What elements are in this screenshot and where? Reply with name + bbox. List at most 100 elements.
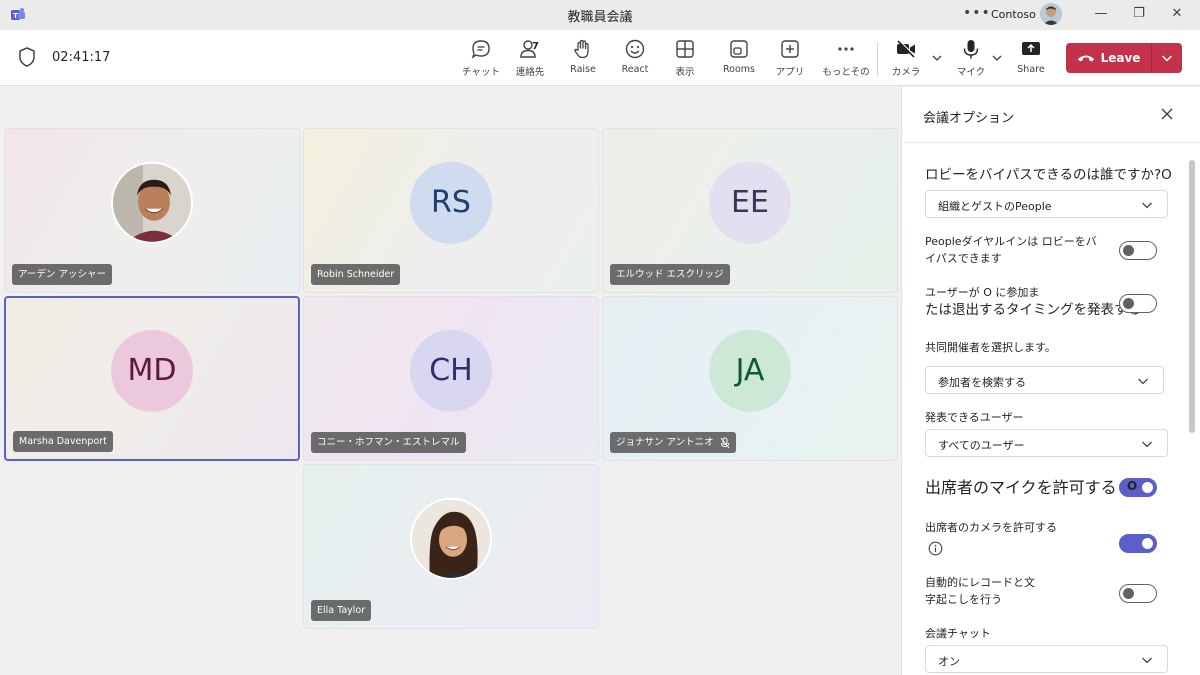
dialin-bypass-toggle[interactable] bbox=[1119, 241, 1157, 260]
info-icon[interactable] bbox=[928, 541, 943, 556]
close-window-icon[interactable]: ✕ bbox=[1170, 5, 1184, 23]
participant-avatar: RS bbox=[410, 161, 492, 244]
view-button[interactable]: 表示 bbox=[668, 38, 702, 82]
camera-options-chevron-icon[interactable] bbox=[931, 52, 943, 64]
view-label: 表示 bbox=[675, 67, 695, 78]
dialin-bypass-label: Peopleダイヤルインは ロビーをバ イパスできます bbox=[925, 235, 1097, 265]
chat-button[interactable]: チャット bbox=[462, 38, 500, 82]
minimize-icon[interactable]: — bbox=[1094, 5, 1108, 23]
restore-icon[interactable]: ❐ bbox=[1132, 5, 1146, 23]
meeting-timer: 02:41:17 bbox=[52, 50, 111, 65]
video-stage: アーデン アッシャー RS Robin Schneider EE エルウッド エ… bbox=[0, 87, 901, 675]
add-app-icon bbox=[781, 40, 799, 58]
allow-mic-toggle[interactable]: O bbox=[1119, 478, 1157, 497]
chat-label: チャット bbox=[462, 67, 500, 78]
participant-name-tag: コニー・ホフマン・エストレマル bbox=[311, 432, 466, 453]
auto-record-toggle[interactable] bbox=[1119, 584, 1157, 603]
announce-toggle[interactable] bbox=[1119, 294, 1157, 313]
participant-photo bbox=[410, 497, 492, 580]
allow-camera-toggle[interactable] bbox=[1119, 534, 1157, 553]
meeting-toolbar: 02:41:17 チャット 7 連絡先 Raise React 表示 Rooms… bbox=[0, 30, 1200, 86]
react-button[interactable]: React bbox=[617, 38, 653, 82]
people-count-badge: 7 bbox=[532, 41, 539, 52]
grid-view-icon bbox=[676, 40, 694, 58]
chevron-down-icon bbox=[1142, 441, 1152, 448]
leave-label: Leave bbox=[1100, 51, 1141, 65]
lobby-bypass-value: 組織とゲストのPeople bbox=[938, 200, 1052, 213]
mic-options-chevron-icon[interactable] bbox=[991, 52, 1003, 64]
participant-avatar: CH bbox=[410, 329, 492, 412]
rooms-label: Rooms bbox=[722, 64, 755, 75]
panel-header: 会議オプション bbox=[902, 87, 1200, 143]
participant-avatar: MD bbox=[111, 329, 193, 412]
meeting-options-panel: 会議オプション ロビーをバイパスできるのは誰ですか?O 組織とゲストのPeopl… bbox=[901, 87, 1200, 675]
cohost-search-dropdown[interactable]: 参加者を検索する bbox=[925, 366, 1164, 394]
microphone-icon bbox=[963, 40, 979, 59]
camera-off-icon bbox=[897, 39, 916, 58]
emoji-icon bbox=[625, 39, 645, 59]
raise-hand-icon bbox=[574, 39, 589, 59]
react-label: React bbox=[621, 64, 649, 75]
participant-tile[interactable]: CH コニー・ホフマン・エストレマル bbox=[303, 296, 599, 461]
apps-button[interactable]: アプリ bbox=[773, 38, 807, 82]
participant-tile[interactable]: アーデン アッシャー bbox=[4, 128, 300, 293]
user-avatar[interactable] bbox=[1040, 3, 1062, 25]
cohost-search-placeholder: 参加者を検索する bbox=[938, 376, 1026, 389]
participant-tile[interactable]: EE エルウッド エスクリッジ bbox=[602, 128, 898, 293]
leave-button[interactable]: Leave bbox=[1066, 43, 1182, 73]
meeting-chat-value: オン bbox=[938, 655, 960, 668]
participant-name-tag: Marsha Davenport bbox=[13, 431, 113, 452]
participant-tile[interactable]: RS Robin Schneider bbox=[303, 128, 599, 293]
panel-scrollbar[interactable] bbox=[1189, 160, 1195, 433]
leave-options-button[interactable] bbox=[1152, 43, 1182, 73]
presenters-label: 発表できるユーザー bbox=[925, 411, 1024, 424]
more-label: もっとその bbox=[822, 67, 870, 78]
allow-mic-extra-text: O bbox=[1127, 479, 1138, 493]
raise-label: Raise bbox=[570, 64, 596, 75]
participant-tile-active-speaker[interactable]: MD Marsha Davenport bbox=[4, 296, 300, 461]
people-label: 連絡先 bbox=[515, 67, 545, 78]
meeting-chat-label: 会議チャット bbox=[925, 627, 991, 640]
shield-icon[interactable] bbox=[18, 47, 36, 67]
close-icon[interactable] bbox=[1160, 107, 1174, 121]
participant-avatar: EE bbox=[709, 161, 791, 244]
mic-label: マイク bbox=[956, 67, 986, 78]
allow-mic-label: 出席者のマイクを許可する bbox=[925, 478, 1117, 497]
lobby-bypass-label: ロビーをバイパスできるのは誰ですか?O bbox=[925, 167, 1172, 183]
chevron-down-icon bbox=[1142, 657, 1152, 664]
participant-tile[interactable]: JA ジョナサン アントニオ bbox=[602, 296, 898, 461]
presenters-value: すべてのユーザー bbox=[938, 439, 1025, 452]
apps-label: アプリ bbox=[775, 67, 805, 78]
lobby-bypass-dropdown[interactable]: 組織とゲストのPeople bbox=[925, 190, 1168, 218]
hang-up-icon bbox=[1077, 55, 1094, 62]
share-button[interactable]: Share bbox=[1014, 38, 1048, 82]
meeting-chat-dropdown[interactable]: オン bbox=[925, 645, 1168, 673]
org-name[interactable]: Contoso bbox=[991, 8, 1036, 21]
mic-button[interactable]: マイク bbox=[955, 38, 987, 82]
leave-main-button[interactable]: Leave bbox=[1066, 43, 1151, 73]
chevron-down-icon bbox=[1138, 378, 1148, 385]
participant-name-tag: アーデン アッシャー bbox=[12, 264, 112, 285]
more-button[interactable]: もっとその bbox=[822, 38, 870, 82]
rooms-button[interactable]: Rooms bbox=[720, 38, 758, 82]
participant-name-tag: Ella Taylor bbox=[311, 600, 372, 621]
more-icon bbox=[838, 47, 854, 51]
title-more-button[interactable]: ••• bbox=[963, 5, 991, 21]
announce-join-leave-label: ユーザーが O に参加ま たは退出するタイミングを発表する bbox=[925, 286, 1141, 318]
breakout-rooms-icon bbox=[730, 40, 748, 58]
toolbar-divider bbox=[877, 42, 878, 76]
participant-avatar: JA bbox=[709, 329, 791, 412]
title-bar: T 教職員会議 ••• Contoso — ❐ ✕ bbox=[0, 0, 1200, 30]
raise-hand-button[interactable]: Raise bbox=[564, 38, 602, 82]
participant-name-tag: エルウッド エスクリッジ bbox=[610, 264, 730, 285]
participant-name-tag: Robin Schneider bbox=[311, 264, 401, 285]
auto-record-label: 自動的にレコードと文 字起こしを行う bbox=[925, 576, 1035, 606]
allow-camera-label: 出席者のカメラを許可する bbox=[925, 521, 1057, 534]
participant-tile[interactable]: Ella Taylor bbox=[303, 464, 599, 629]
chevron-down-icon bbox=[1142, 202, 1152, 209]
camera-button[interactable]: カメラ bbox=[890, 38, 922, 82]
people-button[interactable]: 7 連絡先 bbox=[510, 38, 550, 82]
presenters-dropdown[interactable]: すべてのユーザー bbox=[925, 429, 1168, 457]
camera-label: カメラ bbox=[891, 67, 921, 78]
cohost-label: 共同開催者を選択します。 bbox=[925, 341, 1056, 354]
